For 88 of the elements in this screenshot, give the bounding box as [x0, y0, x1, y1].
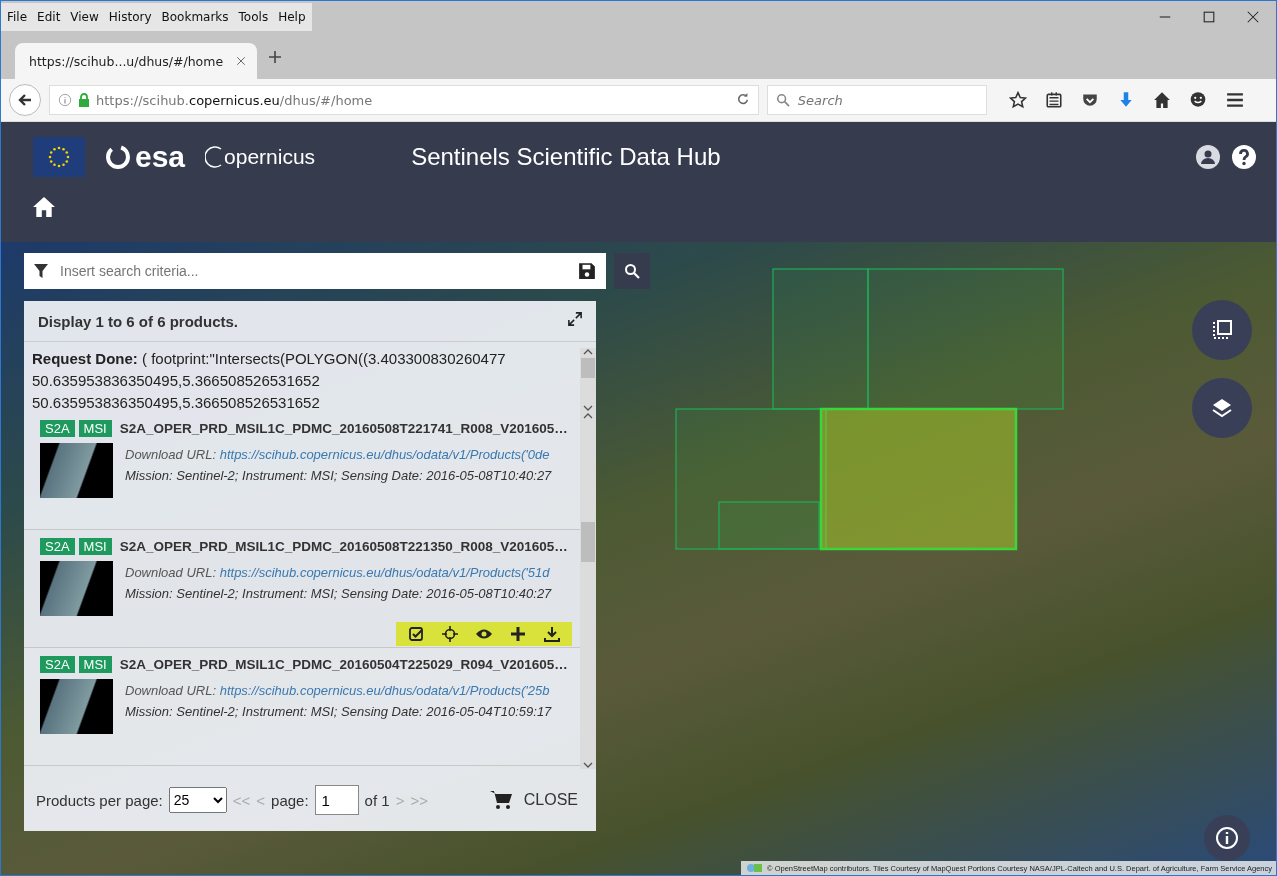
download-link[interactable]: https://scihub.copernicus.eu/dhus/odata/v1/Products('0de [219, 447, 550, 462]
lock-icon [78, 93, 90, 107]
search-button[interactable] [614, 253, 650, 289]
search-icon [624, 263, 640, 279]
menu-icon[interactable] [1225, 91, 1245, 109]
page-count: of 1 [364, 791, 390, 809]
product-tag: MSI [78, 656, 112, 673]
close-icon[interactable] [235, 55, 248, 67]
selection-icon [1210, 318, 1234, 342]
eu-flag-logo [33, 137, 85, 177]
esa-swirl-icon [105, 144, 131, 170]
ring-icon [205, 145, 224, 169]
layers-icon [1210, 396, 1234, 420]
selection-button[interactable] [1192, 300, 1252, 360]
product-name[interactable]: S2A_OPER_PRD_MSIL1C_PDMC_20160508T221741_R008_V201605… [119, 421, 568, 436]
search-criteria-field[interactable]: Insert search criteria... [24, 253, 606, 289]
menu-item[interactable]: Edit [37, 10, 61, 24]
download-url: Download URL: https://scihub.copernicus.eu/dhus/odata/v1/Products('25b [125, 683, 551, 698]
page-label: page: [271, 791, 309, 809]
download-url: Download URL: https://scihub.copernicus.eu/dhus/odata/v1/Products('51d [125, 565, 551, 580]
back-arrow-icon [17, 92, 33, 108]
search-input[interactable]: Search [795, 91, 978, 109]
product-name[interactable]: S2A_OPER_PRD_MSIL1C_PDMC_20160504T225029_R094_V201605… [119, 657, 568, 672]
checklist-icon[interactable] [408, 626, 424, 642]
results-summary: Display 1 to 6 of 6 products. [38, 312, 239, 330]
smiley-icon[interactable] [1189, 91, 1207, 109]
product-details: Mission: Sentinel-2; Instrument: MSI; Sensing Date: 2016-05-08T10:40:27 [125, 468, 552, 483]
plus-icon[interactable] [510, 626, 526, 642]
menu-item[interactable]: History [108, 10, 152, 24]
download-url: Download URL: https://scihub.copernicus.eu/dhus/odata/v1/Products('0de [125, 447, 551, 462]
close-icon[interactable] [1246, 10, 1260, 24]
save-icon[interactable] [578, 262, 596, 280]
scrollbar[interactable] [580, 412, 596, 769]
reading-list-icon[interactable] [1045, 91, 1063, 109]
download-link[interactable]: https://scihub.copernicus.eu/dhus/odata/v1/Products('25b [219, 683, 550, 698]
search-icon [776, 93, 790, 107]
browser-search-field[interactable]: Search [767, 85, 987, 115]
pocket-icon[interactable] [1081, 91, 1099, 109]
request-text: Request Done: ( footprint:"Intersects(POLYGON((3.403300830260477 50.635953836350495,5.366508526531652 50.635953836350495,5.366508526531652 [32, 349, 507, 412]
cart-icon [489, 790, 512, 810]
satellite-map[interactable] [1, 242, 1276, 875]
menu-item[interactable]: Help [278, 10, 306, 24]
address-bar[interactable]: https://scihub.copernicus.eu/dhus/#/home [49, 85, 759, 115]
star-icon[interactable] [1009, 91, 1027, 109]
product-tag: S2A [40, 656, 75, 673]
up-chevron-icon[interactable] [583, 412, 593, 420]
down-chevron-icon[interactable] [583, 404, 593, 412]
back-button[interactable] [9, 84, 41, 116]
filter-icon[interactable] [34, 263, 48, 279]
product-name[interactable]: S2A_OPER_PRD_MSIL1C_PDMC_20160508T221350_R008_V201605… [119, 539, 568, 554]
browser-tab[interactable]: https://scihub...u/dhus/#/home [15, 43, 258, 79]
esa-logo: esa [135, 140, 186, 174]
reload-icon[interactable] [736, 91, 750, 106]
up-chevron-icon[interactable] [583, 348, 593, 356]
download-icon[interactable] [544, 626, 560, 642]
copernicus-logo: opernicus [224, 145, 316, 169]
menu-item[interactable]: File [7, 10, 28, 24]
leaflet-logo-icon [747, 863, 764, 873]
down-chevron-icon[interactable] [583, 761, 593, 769]
url-text: https://scihub.copernicus.eu/dhus/#/home [96, 92, 373, 108]
per-page-label: Products per page: [36, 791, 163, 809]
download-link[interactable]: https://scihub.copernicus.eu/dhus/odata/v1/Products('51d [219, 565, 550, 580]
menu-item[interactable]: Tools [238, 10, 269, 24]
home-icon[interactable] [33, 196, 55, 218]
product-details: Mission: Sentinel-2; Instrument: MSI; Sensing Date: 2016-05-04T10:59:17 [125, 704, 552, 719]
crosshair-icon[interactable] [442, 626, 458, 642]
product-tag: S2A [40, 538, 75, 555]
user-icon[interactable] [1196, 145, 1220, 169]
per-page-select[interactable]: 25 [168, 787, 227, 813]
expand-icon[interactable] [568, 312, 582, 326]
page-field[interactable]: 1 [314, 785, 359, 815]
layers-button[interactable] [1192, 378, 1252, 438]
scrollbar-thumb[interactable] [581, 522, 595, 562]
maximize-icon[interactable] [1202, 10, 1216, 24]
scrollbar-thumb[interactable] [581, 358, 595, 378]
close-button[interactable]: CLOSE [483, 789, 584, 811]
product-details: Mission: Sentinel-2; Instrument: MSI; Sensing Date: 2016-05-08T10:40:27 [125, 586, 552, 601]
menu-item[interactable]: Bookmarks [161, 10, 229, 24]
menu-item[interactable]: View [70, 10, 99, 24]
product-tag: MSI [78, 420, 112, 437]
info-icon [1215, 826, 1239, 850]
site-title: Sentinels Scientific Data Hub [411, 143, 721, 171]
product-tag: MSI [78, 538, 112, 555]
info-button[interactable] [1204, 815, 1250, 861]
product-tag: S2A [40, 420, 75, 437]
scrollbar[interactable] [580, 348, 596, 412]
help-icon[interactable] [1232, 145, 1256, 169]
home-icon[interactable] [1153, 91, 1171, 109]
